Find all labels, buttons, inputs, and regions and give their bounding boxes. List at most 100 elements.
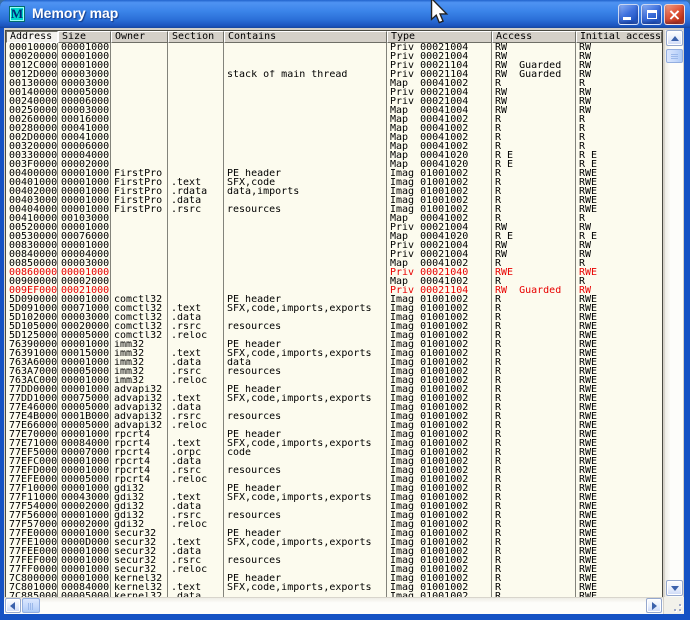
cell-contains: stack of main thread	[224, 70, 387, 79]
table-row[interactable]: 763AC00000001000imm32.relocImag 01001002…	[6, 376, 662, 385]
cell-type: Map 00041002	[387, 142, 492, 151]
cell-size: 00005000	[58, 88, 111, 97]
scroll-up-button[interactable]	[666, 30, 683, 46]
table-row[interactable]: 5D09000000001000comctl32PE headerImag 01…	[6, 295, 662, 304]
table-row[interactable]: 77E7000000001000rpcrt4PE headerImag 0100…	[6, 430, 662, 439]
table-row[interactable]: 0025000000003000Map 00041004RWRW	[6, 106, 662, 115]
cell-access: R	[492, 124, 576, 133]
column-header-access[interactable]: Access	[492, 31, 576, 43]
close-button[interactable]: ×	[664, 4, 685, 25]
maximize-button[interactable]	[641, 4, 662, 25]
cell-section	[168, 277, 224, 286]
table-row[interactable]: 77FE10000000D000secur32.textSFX,code,imp…	[6, 538, 662, 547]
table-row[interactable]: 77DD000000001000advapi32PE headerImag 01…	[6, 385, 662, 394]
table-row[interactable]: 0040400000001000FirstPro.rsrcresourcesIm…	[6, 205, 662, 214]
cell-address: 00280000	[6, 124, 58, 133]
cell-section: .text	[168, 439, 224, 448]
cell-section	[168, 142, 224, 151]
table-row[interactable]: 77FE000000001000secur32PE headerImag 010…	[6, 529, 662, 538]
table-row[interactable]: 77E4B0000001B000advapi32.rsrcresourcesIm…	[6, 412, 662, 421]
scroll-down-button[interactable]	[666, 580, 683, 596]
table-row[interactable]: 0041000000103000Map 00041002RR	[6, 214, 662, 223]
cell-type: Map 00041002	[387, 259, 492, 268]
table-row[interactable]: 5D10500000020000comctl32.rsrcresourcesIm…	[6, 322, 662, 331]
column-header-size[interactable]: Size	[58, 31, 111, 43]
scroll-right-button[interactable]	[646, 598, 662, 613]
table-row[interactable]: 0001000000001000Priv 00021004RWRW	[6, 43, 662, 52]
table-row[interactable]: 0012D00000003000stack of main threadPriv…	[6, 70, 662, 79]
table-row[interactable]: 0040100000001000FirstPro.textSFX,codeIma…	[6, 178, 662, 187]
table-row[interactable]: 0040300000001000FirstPro.dataImag 010010…	[6, 196, 662, 205]
table-row[interactable]: 77F5600000001000gdi32.rsrcresourcesImag …	[6, 511, 662, 520]
table-row[interactable]: 7639100000015000imm32.textSFX,code,impor…	[6, 349, 662, 358]
horizontal-scrollbar[interactable]	[4, 597, 663, 614]
cell-contains: PE header	[224, 169, 387, 178]
cell-address: 77E66000	[6, 421, 58, 430]
column-header-contains[interactable]: Contains	[224, 31, 387, 43]
vertical-scroll-thumb[interactable]	[666, 49, 683, 63]
titlebar[interactable]: M Memory map ×	[0, 0, 690, 28]
table-row[interactable]: 0028000000041000Map 00041002RR	[6, 124, 662, 133]
column-header-address[interactable]: Address	[6, 31, 58, 43]
table-row[interactable]: 77DD100000075000advapi32.textSFX,code,im…	[6, 394, 662, 403]
table-row[interactable]: 0026000000016000Map 00041002RR	[6, 115, 662, 124]
table-row[interactable]: 77FEF00000001000secur32.rsrcresourcesIma…	[6, 556, 662, 565]
cell-type: Imag 01001002	[387, 475, 492, 484]
table-row[interactable]: 7C80000000001000kernel32PE headerImag 01…	[6, 574, 662, 583]
table-row[interactable]: 0013000000003000Map 00041002RR	[6, 79, 662, 88]
cell-type: Imag 01001002	[387, 394, 492, 403]
table-row[interactable]: 5D09100000071000comctl32.textSFX,code,im…	[6, 304, 662, 313]
table-row[interactable]: 0014000000005000Priv 00021004RWRW	[6, 88, 662, 97]
table-row[interactable]: 0002000000001000Priv 00021004RWRW	[6, 52, 662, 61]
table-row[interactable]: 77E7100000084000rpcrt4.textSFX,code,impo…	[6, 439, 662, 448]
table-row[interactable]: 77F1000000001000gdi32PE headerImag 01001…	[6, 484, 662, 493]
table-row[interactable]: 0085000000003000Map 00041002RR	[6, 259, 662, 268]
table-row[interactable]: 0024000000006000Priv 00021004RWRW	[6, 97, 662, 106]
cell-owner: advapi32	[111, 412, 168, 421]
table-row[interactable]: 77E6600000005000advapi32.relocImag 01001…	[6, 421, 662, 430]
table-row[interactable]: 77EF500000007000rpcrt4.orpccodeImag 0100…	[6, 448, 662, 457]
column-header-section[interactable]: Section	[168, 31, 224, 43]
table-row[interactable]: 77EFD00000001000rpcrt4.rsrcresourcesImag…	[6, 466, 662, 475]
resize-grip[interactable]	[664, 597, 684, 614]
table-row[interactable]: 0012C00000001000Priv 00021104RW GuardedR…	[6, 61, 662, 70]
minimize-button[interactable]	[618, 4, 639, 25]
table-row[interactable]: 0040200000001000FirstPro.rdatadata,impor…	[6, 187, 662, 196]
table-row[interactable]: 77F5400000002000gdi32.dataImag 01001002R…	[6, 502, 662, 511]
table-row[interactable]: 009EF00000021000Priv 00021104RW GuardedR…	[6, 286, 662, 295]
column-header-owner[interactable]: Owner	[111, 31, 168, 43]
cell-contains: PE header	[224, 340, 387, 349]
table-row[interactable]: 77EFE00000005000rpcrt4.relocImag 0100100…	[6, 475, 662, 484]
table-row[interactable]: 0090000000002000Map 00041002RR	[6, 277, 662, 286]
column-header-type[interactable]: Type	[387, 31, 492, 43]
table-row[interactable]: 7639000000001000imm32PE headerImag 01001…	[6, 340, 662, 349]
table-row[interactable]: 003F000000002000Map 00041020R ER E	[6, 160, 662, 169]
table-row[interactable]: 0033000000004000Map 00041020R ER E	[6, 151, 662, 160]
table-row[interactable]: 5D10200000003000comctl32.dataImag 010010…	[6, 313, 662, 322]
table-row[interactable]: 77E4600000005000advapi32.dataImag 010010…	[6, 403, 662, 412]
horizontal-scroll-thumb[interactable]	[22, 598, 40, 613]
cell-address: 00900000	[6, 277, 58, 286]
table-row[interactable]: 763A700000005000imm32.rsrcresourcesImag …	[6, 367, 662, 376]
table-row[interactable]: 0040000000001000FirstProPE headerImag 01…	[6, 169, 662, 178]
table-row[interactable]: 77FF000000001000secur32.relocImag 010010…	[6, 565, 662, 574]
table-row[interactable]: 7C80100000084000kernel32.textSFX,code,im…	[6, 583, 662, 592]
column-header-initial[interactable]: Initial access	[576, 31, 662, 43]
table-row[interactable]: 77EFC00000001000rpcrt4.dataImag 01001002…	[6, 457, 662, 466]
table-row[interactable]: 5D12500000005000comctl32.relocImag 01001…	[6, 331, 662, 340]
table-row[interactable]: 763A600000001000imm32.datadataImag 01001…	[6, 358, 662, 367]
table-row[interactable]: 0052000000001000Priv 00021004RWRW	[6, 223, 662, 232]
table-row[interactable]: 77FEE00000001000secur32.dataImag 0100100…	[6, 547, 662, 556]
table-row[interactable]: 0084000000004000Priv 00021004RWRW	[6, 250, 662, 259]
scroll-left-button[interactable]	[5, 598, 21, 613]
table-row[interactable]: 0086000000001000Priv 00021040RWERWE	[6, 268, 662, 277]
table-row[interactable]: 77F1100000043000gdi32.textSFX,code,impor…	[6, 493, 662, 502]
cell-initial: R	[576, 214, 662, 223]
table-row[interactable]: 0053000000076000Map 00041020R ER E	[6, 232, 662, 241]
table-row[interactable]: 002D000000041000Map 00041002RR	[6, 133, 662, 142]
cell-section: .rsrc	[168, 322, 224, 331]
table-row[interactable]: 0032000000006000Map 00041002RR	[6, 142, 662, 151]
table-row[interactable]: 77F5700000002000gdi32.relocImag 01001002…	[6, 520, 662, 529]
vertical-scrollbar[interactable]	[664, 30, 683, 597]
table-row[interactable]: 0083000000001000Priv 00021004RWRW	[6, 241, 662, 250]
